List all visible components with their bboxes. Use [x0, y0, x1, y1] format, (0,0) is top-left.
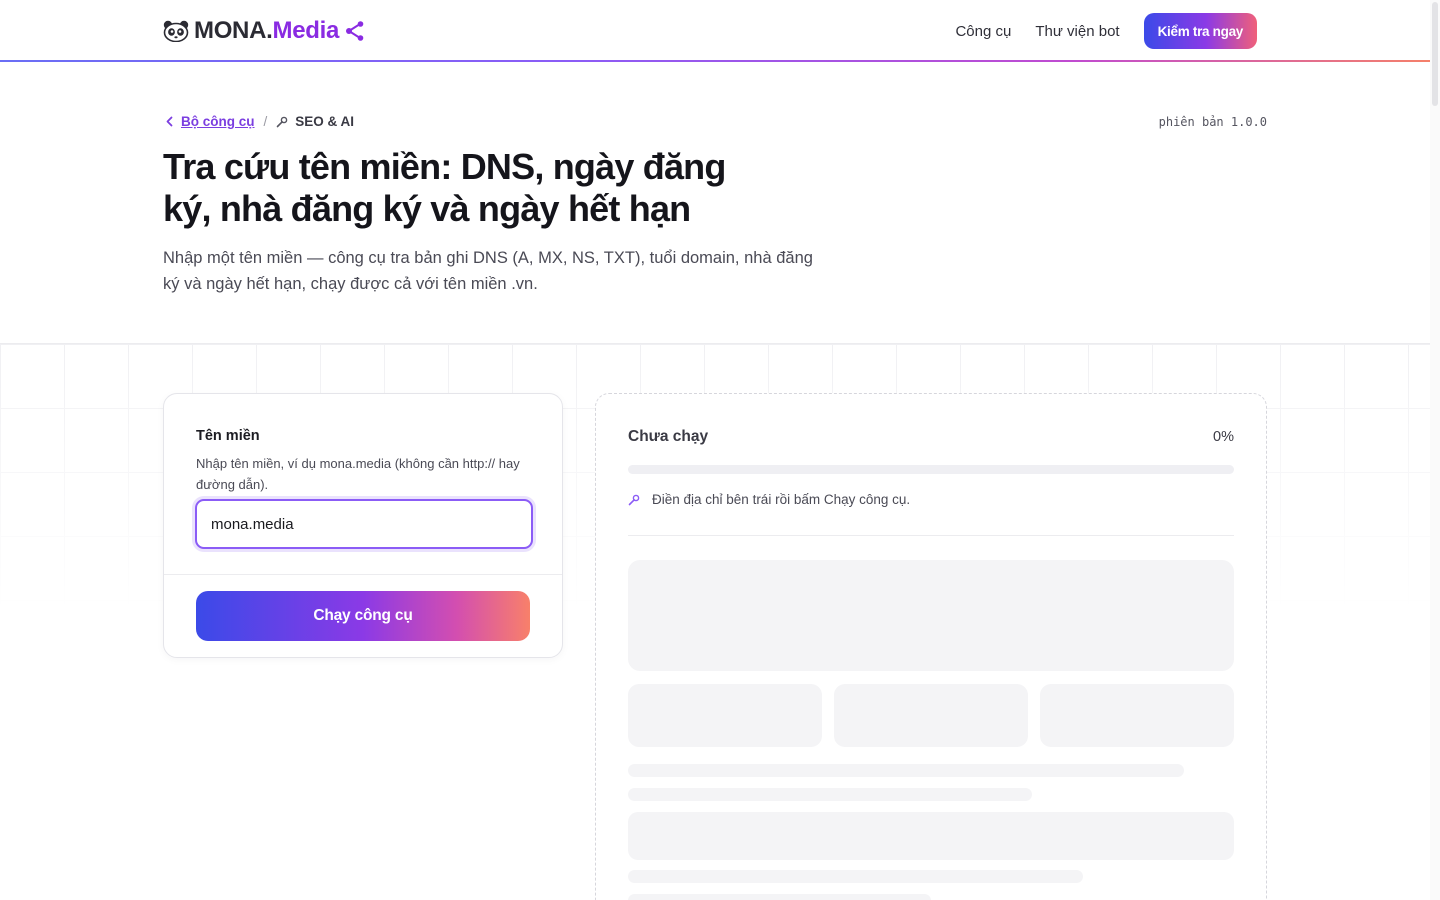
- breadcrumb-current: SEO & AI: [295, 114, 355, 129]
- brand-wordmark: MONA.Media: [194, 17, 340, 44]
- result-hint-text: Điền địa chỉ bên trái rồi bấm Chạy công …: [652, 492, 911, 507]
- skeleton-summary-block: [628, 560, 1234, 671]
- skeleton-text-line: [628, 870, 1083, 883]
- page-subtitle: Nhập một tên miền — công cụ tra bản ghi …: [163, 249, 813, 293]
- run-tool-button[interactable]: Chạy công cụ: [196, 591, 530, 641]
- wrench-icon: [276, 116, 288, 127]
- skeleton-stat-card: [628, 684, 822, 747]
- breadcrumb-separator: /: [263, 114, 268, 129]
- scrollbar-thumb[interactable]: [1432, 2, 1438, 106]
- share-nodes-icon: [346, 21, 364, 41]
- page-title: Tra cứu tên miền: DNS, ngày đăng ký, nhà…: [163, 146, 726, 229]
- skeleton-text-line: [628, 788, 1032, 801]
- progress-bar: [628, 465, 1234, 474]
- result-panel: Chưa chạy 0% Điền địa chỉ bên trái rồi b…: [595, 393, 1267, 900]
- input-card: Tên miền Nhập tên miền, ví dụ mona.media…: [163, 393, 563, 658]
- skeleton-stat-card: [1040, 684, 1234, 747]
- run-status: Chưa chạy: [628, 428, 709, 445]
- nav-link-tools[interactable]: Công cụ: [955, 23, 1011, 40]
- header-gradient-divider: [0, 60, 1430, 62]
- domain-field-help: Nhập tên miền, ví dụ mona.media (không c…: [196, 456, 520, 492]
- result-hint: Điền địa chỉ bên trái rồi bấm Chạy công …: [628, 492, 910, 507]
- skeleton-row-block: [628, 812, 1234, 860]
- brand-logo[interactable]: MONA.Media: [163, 15, 366, 47]
- progress-percent: 0%: [1213, 429, 1234, 445]
- main-nav: Công cụ Thư viện bot Kiểm tra ngay: [955, 13, 1257, 49]
- card-divider: [164, 574, 562, 575]
- panda-logo-icon: [163, 20, 189, 42]
- skeleton-text-line: [628, 894, 931, 900]
- skeleton-text-line: [628, 764, 1184, 777]
- result-divider: [628, 535, 1234, 536]
- domain-input[interactable]: [195, 499, 533, 549]
- page-scrollbar[interactable]: [1430, 0, 1440, 900]
- skeleton-stat-card: [834, 684, 1028, 747]
- check-now-button[interactable]: Kiểm tra ngay: [1143, 13, 1257, 49]
- top-nav-bar: MONA.Media Công cụ Thư viện bot Kiểm tra…: [0, 0, 1430, 62]
- chevron-left-icon: [166, 116, 173, 127]
- version-label: phiên bản 1.0.0: [1158, 115, 1267, 129]
- domain-field-label: Tên miền: [196, 428, 260, 444]
- breadcrumb: Bộ công cụ / SEO & AI: [165, 114, 354, 129]
- nav-link-bot-library[interactable]: Thư viện bot: [1035, 23, 1119, 40]
- breadcrumb-back-link[interactable]: Bộ công cụ: [165, 114, 255, 129]
- wrench-icon: [628, 494, 640, 505]
